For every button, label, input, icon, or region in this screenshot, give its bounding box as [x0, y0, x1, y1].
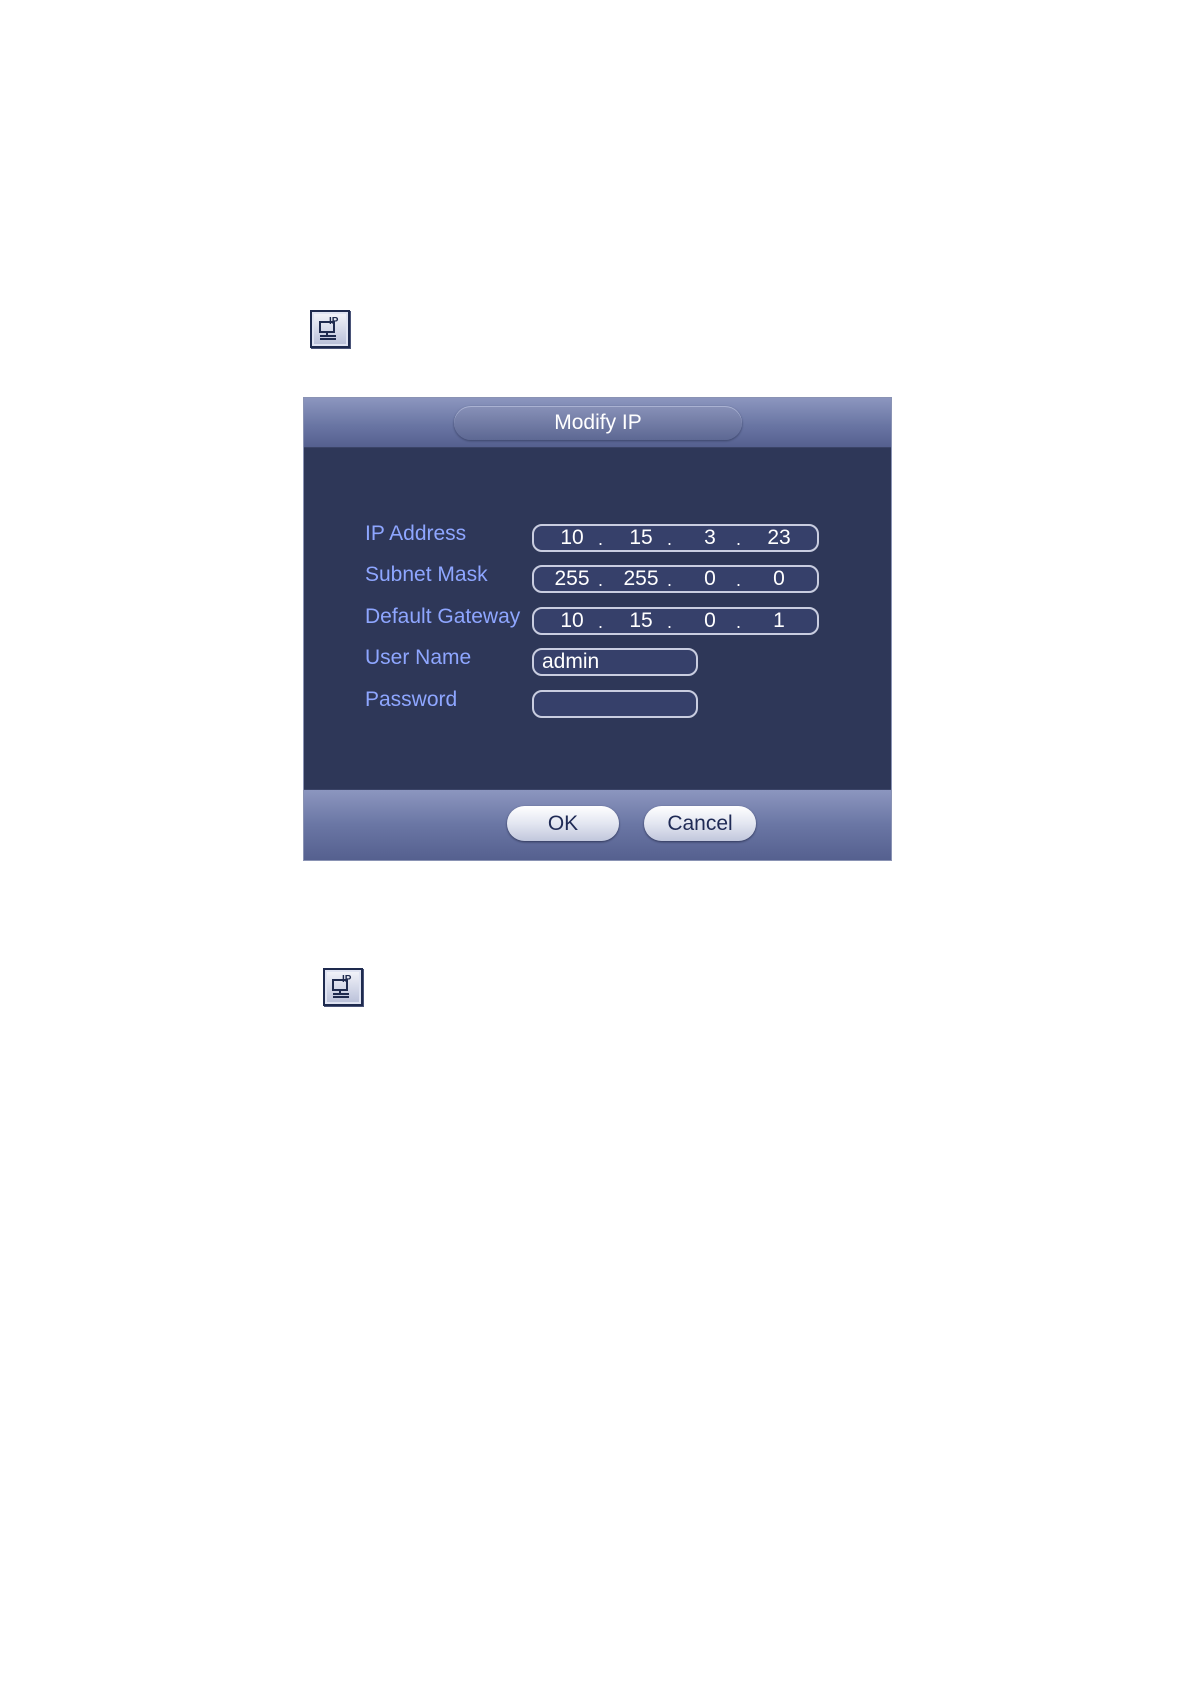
ip-address-octet-4[interactable]: 23 [757, 526, 801, 550]
svg-text:IP: IP [342, 974, 352, 985]
octet-separator: . [736, 612, 742, 632]
octet-separator: . [736, 570, 742, 590]
ip-monitor-icon: IP [323, 968, 363, 1006]
octet-separator: . [667, 570, 673, 590]
ip-address-label: IP Address [365, 522, 467, 545]
dialog-button-bar: OK Cancel [304, 789, 891, 860]
octet-separator: . [598, 529, 604, 549]
password-input[interactable] [532, 690, 698, 718]
ip-monitor-icon: IP [310, 310, 350, 348]
password-label: Password [365, 688, 458, 711]
subnet-mask-field[interactable]: 255 . 255 . 0 . 0 [532, 565, 819, 593]
octet-separator: . [736, 529, 742, 549]
default-gateway-octet-4[interactable]: 1 [757, 609, 801, 633]
octet-separator: . [598, 570, 604, 590]
ip-address-octet-1[interactable]: 10 [550, 526, 594, 550]
octet-separator: . [667, 612, 673, 632]
subnet-mask-octet-1[interactable]: 255 [550, 567, 594, 591]
dialog-title-bar: Modify IP [304, 398, 891, 448]
subnet-mask-octet-4[interactable]: 0 [757, 567, 801, 591]
subnet-mask-octet-2[interactable]: 255 [619, 567, 663, 591]
subnet-mask-label: Subnet Mask [365, 563, 488, 586]
octet-separator: . [598, 612, 604, 632]
default-gateway-octet-1[interactable]: 10 [550, 609, 594, 633]
ip-address-field[interactable]: 10 . 15 . 3 . 23 [532, 524, 819, 552]
ok-button[interactable]: OK [507, 806, 619, 841]
cancel-button[interactable]: Cancel [644, 806, 756, 841]
user-name-input[interactable]: admin [532, 648, 698, 676]
default-gateway-label: Default Gateway [365, 605, 521, 628]
default-gateway-octet-2[interactable]: 15 [619, 609, 663, 633]
ip-address-octet-2[interactable]: 15 [619, 526, 663, 550]
ip-address-octet-3[interactable]: 3 [688, 526, 732, 550]
modify-ip-dialog: Modify IP IP Address 10 . 15 . 3 . 23 Su… [303, 397, 892, 861]
dialog-title: Modify IP [454, 406, 742, 440]
svg-text:IP: IP [329, 316, 339, 327]
subnet-mask-octet-3[interactable]: 0 [688, 567, 732, 591]
default-gateway-field[interactable]: 10 . 15 . 0 . 1 [532, 607, 819, 635]
default-gateway-octet-3[interactable]: 0 [688, 609, 732, 633]
octet-separator: . [667, 529, 673, 549]
user-name-label: User Name [365, 646, 472, 669]
